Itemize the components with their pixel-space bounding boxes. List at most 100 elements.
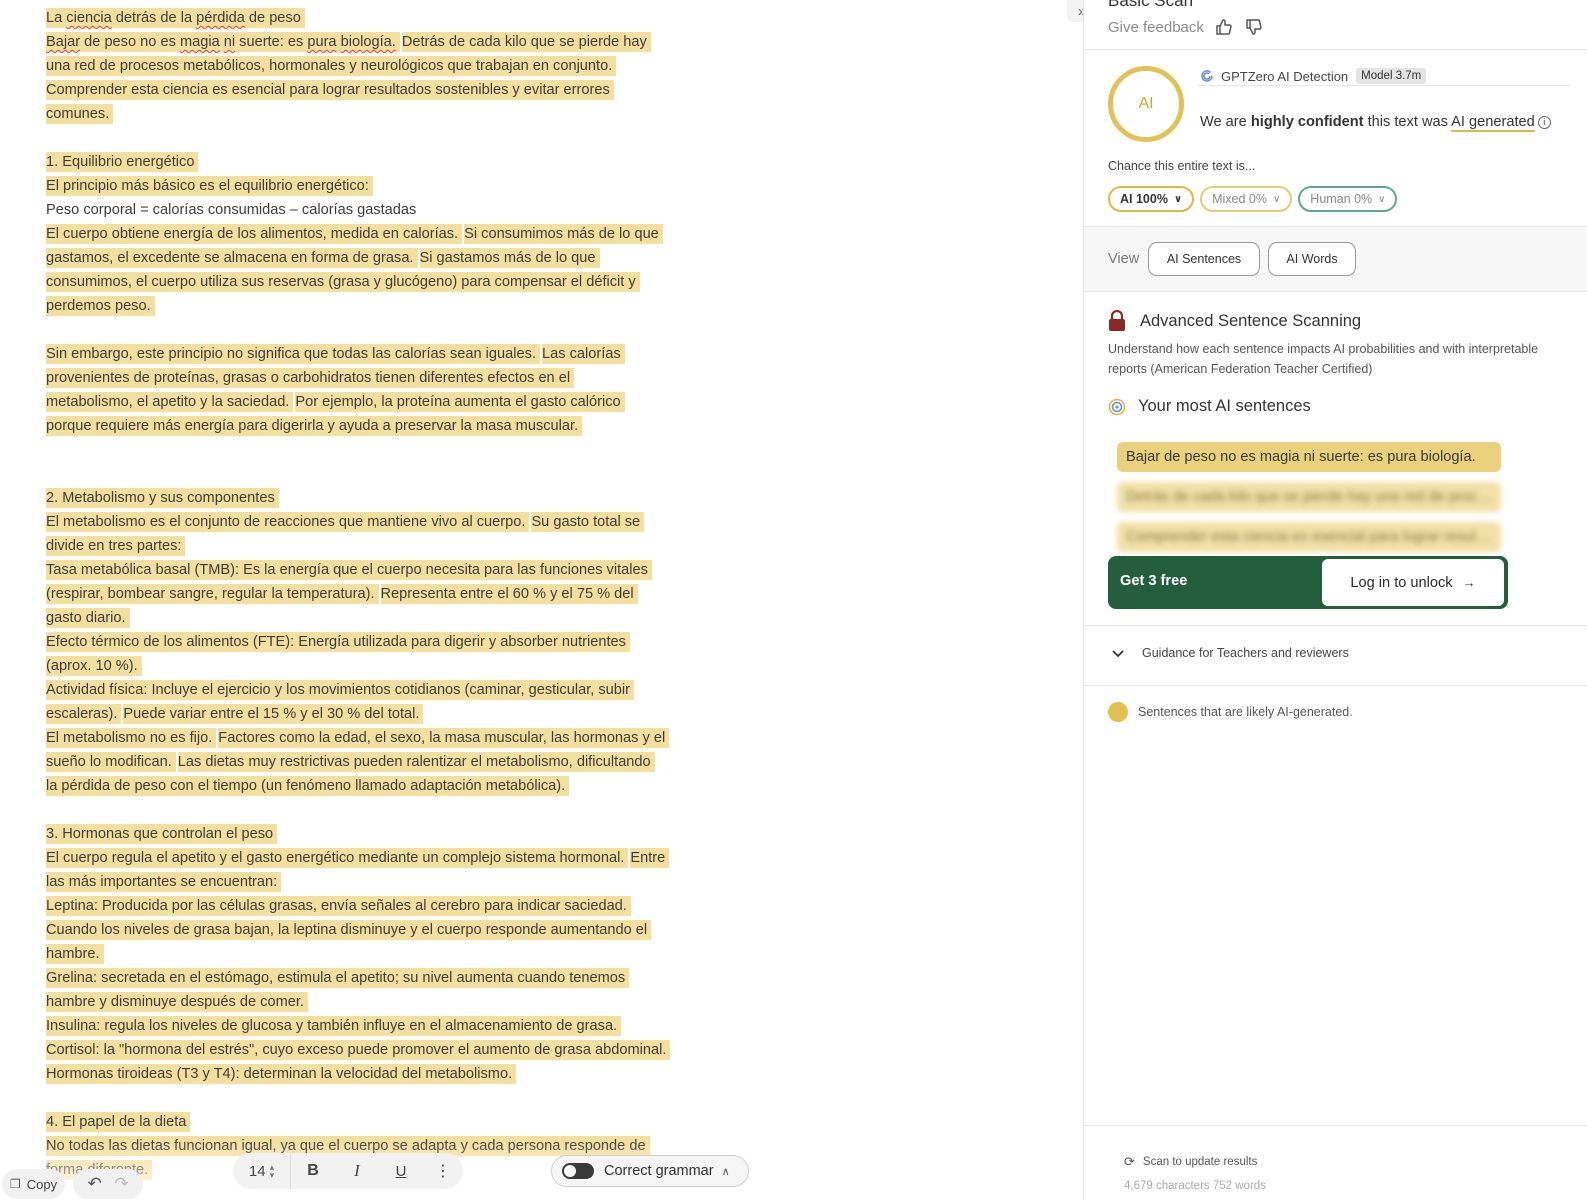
- ai-highlighted-sentence[interactable]: Comprender esta ciencia es esencial para…: [46, 80, 614, 100]
- bold-button[interactable]: B: [291, 1153, 335, 1189]
- correct-grammar-toggle[interactable]: Correct grammar ∧: [551, 1155, 749, 1187]
- ai-highlighted-sentence[interactable]: El cuerpo regula el apetito y el gasto e…: [46, 848, 629, 868]
- ai-highlighted-sentence[interactable]: divide en tres partes:: [46, 536, 186, 556]
- ai-words-button[interactable]: AI Words: [1268, 242, 1356, 276]
- ai-highlighted-sentence[interactable]: consumimos, el cuerpo utiliza sus reserv…: [46, 272, 640, 292]
- ai-highlighted-sentence[interactable]: 4. El papel de la dieta: [46, 1112, 191, 1132]
- plain-sentence[interactable]: Peso corporal = calorías consumidas – ca…: [46, 202, 416, 218]
- refresh-icon: ⟳: [1124, 1154, 1135, 1169]
- document-line: provenientes de proteínas, grasas o carb…: [46, 366, 726, 390]
- ai-highlighted-sentence[interactable]: Entre: [630, 848, 670, 868]
- spelling-flag[interactable]: pura: [307, 34, 336, 50]
- spelling-flag[interactable]: ciencia: [66, 10, 111, 26]
- thumbs-down-icon[interactable]: [1244, 17, 1264, 37]
- more-options-icon[interactable]: ⋮: [423, 1153, 463, 1189]
- document-line: gasto diario.: [46, 606, 726, 630]
- toggle-switch[interactable]: [562, 1163, 594, 1179]
- ai-highlighted-sentence[interactable]: El cuerpo obtiene energía de los aliment…: [46, 224, 463, 244]
- ai-highlighted-sentence[interactable]: (respirar, bombear sangre, regular la te…: [46, 584, 379, 604]
- spelling-flag[interactable]: biología.: [341, 34, 396, 50]
- document-line: El metabolismo no es fijo. Factores como …: [46, 726, 726, 750]
- guidance-toggle[interactable]: Guidance for Teachers and reviewers: [1110, 645, 1349, 661]
- ai-highlighted-sentence[interactable]: Factores como la edad, el sexo, la masa …: [218, 728, 670, 748]
- ai-probability-pill[interactable]: AI 100% ∨: [1108, 186, 1195, 212]
- ai-highlighted-sentence[interactable]: Detrás de cada kilo que se pierde hay: [401, 32, 651, 52]
- spelling-flag[interactable]: magia: [180, 34, 220, 50]
- redo-icon[interactable]: ↷: [115, 1174, 129, 1194]
- ai-highlighted-sentence[interactable]: Cuando los niveles de grasa bajan, la le…: [46, 920, 652, 940]
- ai-highlighted-sentence[interactable]: Insulina: regula los niveles de glucosa …: [46, 1016, 622, 1036]
- font-size-select[interactable]: 14 ▴ ▾: [233, 1153, 291, 1189]
- ai-highlighted-sentence[interactable]: Si consumimos más de lo que: [464, 224, 663, 244]
- document-line: una red de procesos metabólicos, hormona…: [46, 54, 726, 78]
- text-editor[interactable]: La ciencia detrás de la pérdida de peso B…: [0, 0, 1085, 1200]
- document-line: las más importantes se encuentran:: [46, 870, 726, 894]
- ai-highlighted-sentence[interactable]: Grelina: secretada en el estómago, estim…: [46, 968, 630, 988]
- ai-highlighted-sentence[interactable]: hambre y disminuye después de comer.: [46, 992, 308, 1012]
- ai-highlighted-sentence[interactable]: 3. Hormonas que controlan el peso: [46, 824, 278, 844]
- ai-highlighted-sentence[interactable]: La ciencia detrás de la pérdida de peso: [46, 8, 305, 28]
- document-body[interactable]: La ciencia detrás de la pérdida de peso B…: [46, 6, 726, 1182]
- chevron-down-icon: ∨: [1173, 193, 1183, 205]
- ai-highlighted-sentence[interactable]: perdemos peso.: [46, 296, 155, 316]
- ai-highlighted-sentence[interactable]: Por ejemplo, la proteína aumenta el gast…: [295, 392, 625, 412]
- ai-highlighted-sentence[interactable]: gastamos, el excedente se almacena en fo…: [46, 248, 418, 268]
- ai-highlighted-sentence[interactable]: Leptina: Producida por las células grasa…: [46, 896, 631, 916]
- document-line: La ciencia detrás de la pérdida de peso: [46, 6, 726, 30]
- spelling-flag[interactable]: Bajar: [46, 34, 80, 50]
- underline-button[interactable]: U: [379, 1153, 423, 1189]
- history-controls: ↶ ↷: [73, 1169, 144, 1199]
- ai-highlighted-sentence[interactable]: Puede variar entre el 15 % y el 30 % del…: [123, 704, 424, 724]
- spelling-flag[interactable]: ni: [224, 34, 235, 50]
- top-sentence-1[interactable]: Bajar de peso no es magia ni suerte: es …: [1117, 442, 1501, 472]
- ai-highlighted-sentence[interactable]: Efecto térmico de los alimentos (FTE): E…: [46, 632, 630, 652]
- confidence-prefix: We are: [1200, 114, 1247, 130]
- ai-highlighted-sentence[interactable]: Tasa metabólica basal (TMB): Es la energ…: [46, 560, 652, 580]
- ai-highlighted-sentence[interactable]: El metabolismo es el conjunto de reaccio…: [46, 512, 530, 532]
- copy-button[interactable]: ❐ Copy: [2, 1169, 66, 1199]
- ai-highlighted-sentence[interactable]: El metabolismo no es fijo.: [46, 728, 217, 748]
- ai-highlighted-sentence[interactable]: Actividad física: Incluye el ejercicio y…: [46, 680, 634, 700]
- ai-highlighted-sentence[interactable]: comunes.: [46, 104, 114, 124]
- ai-highlighted-sentence[interactable]: las más importantes se encuentran:: [46, 872, 282, 892]
- get-free-button[interactable]: Get 3 free: [1120, 573, 1187, 589]
- ai-highlighted-sentence[interactable]: Bajar de peso no es magia ni suerte: es …: [46, 32, 400, 52]
- ai-highlighted-sentence[interactable]: una red de procesos metabólicos, hormona…: [46, 56, 617, 76]
- rescan-button[interactable]: ⟳ Scan to update results: [1124, 1154, 1257, 1170]
- spelling-flag[interactable]: pérdida: [196, 10, 245, 26]
- document-line: Grelina: secretada en el estómago, estim…: [46, 966, 726, 990]
- ai-highlighted-sentence[interactable]: escaleras).: [46, 704, 122, 724]
- ai-highlighted-sentence[interactable]: provenientes de proteínas, grasas o carb…: [46, 368, 575, 388]
- ai-sentences-button[interactable]: AI Sentences: [1148, 242, 1260, 276]
- ai-highlighted-sentence[interactable]: Las calorías: [542, 344, 625, 364]
- ai-highlighted-sentence[interactable]: hambre.: [46, 944, 104, 964]
- chevron-up-icon[interactable]: ∧: [722, 1165, 730, 1178]
- ai-highlighted-sentence[interactable]: Representa entre el 60 % y el 75 % del: [380, 584, 638, 604]
- ai-highlighted-sentence[interactable]: Su gasto total se: [531, 512, 645, 532]
- human-probability-pill[interactable]: Human 0% ∨: [1298, 186, 1398, 212]
- ai-highlighted-sentence[interactable]: la pérdida de peso con el tiempo (un fen…: [46, 776, 570, 796]
- ai-highlighted-sentence[interactable]: (aprox. 10 %).: [46, 656, 142, 676]
- thumbs-up-icon[interactable]: [1214, 17, 1234, 37]
- ai-highlighted-sentence[interactable]: sueño lo modifican.: [46, 752, 176, 772]
- italic-button[interactable]: I: [335, 1153, 379, 1189]
- undo-icon[interactable]: ↶: [88, 1174, 102, 1194]
- ai-highlighted-sentence[interactable]: 2. Metabolismo y sus componentes: [46, 488, 279, 508]
- chevron-down-icon: ∨: [1272, 193, 1281, 205]
- login-unlock-button[interactable]: Log in to unlock →: [1322, 559, 1504, 606]
- ai-highlighted-sentence[interactable]: Las dietas muy restrictivas pueden ralen…: [177, 752, 655, 772]
- ai-highlighted-sentence[interactable]: Si gastamos más de lo que: [419, 248, 600, 268]
- info-icon[interactable]: i: [1537, 116, 1551, 129]
- ai-highlighted-sentence[interactable]: metabolismo, el apetito y la saciedad.: [46, 392, 294, 412]
- ai-highlighted-sentence[interactable]: Sin embargo, este principio no significa…: [46, 344, 540, 364]
- document-line: Bajar de peso no es magia ni suerte: es …: [46, 30, 726, 54]
- ai-highlighted-sentence[interactable]: El principio más básico es el equilibrio…: [46, 176, 373, 196]
- ai-highlighted-sentence[interactable]: porque requiere más energía para digerir…: [46, 416, 583, 436]
- ai-highlighted-sentence[interactable]: 1. Equilibrio energético: [46, 152, 199, 172]
- mixed-probability-pill[interactable]: Mixed 0% ∨: [1200, 186, 1293, 212]
- ai-highlighted-sentence[interactable]: gasto diario.: [46, 608, 130, 628]
- ai-highlighted-sentence[interactable]: Hormonas tiroideas (T3 y T4): determinan…: [46, 1064, 517, 1084]
- copy-icon: ❐: [10, 1177, 21, 1191]
- ai-highlighted-sentence[interactable]: Cortisol: la "hormona del estrés", cuyo …: [46, 1040, 671, 1060]
